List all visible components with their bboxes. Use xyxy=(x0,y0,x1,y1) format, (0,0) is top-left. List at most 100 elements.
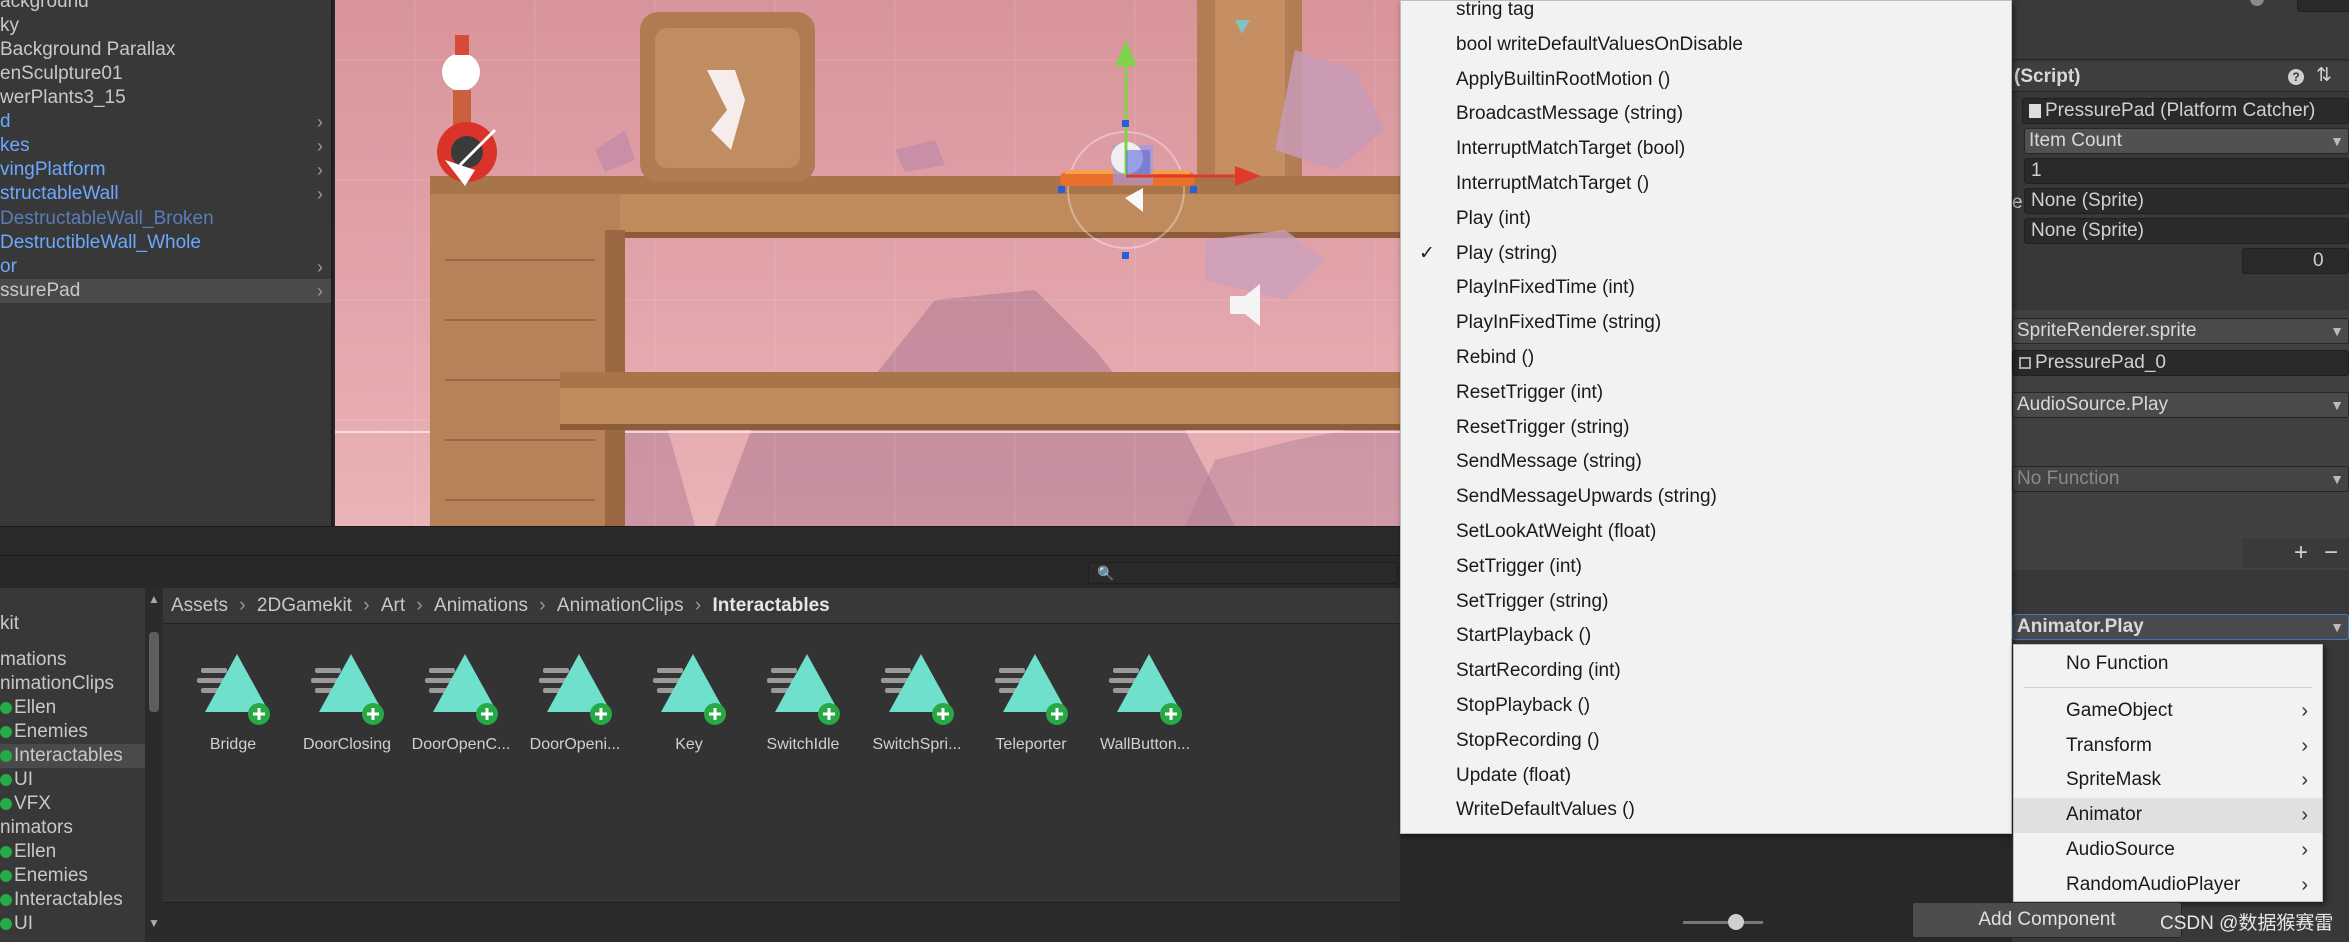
hierarchy-item[interactable]: werPlants3_15 xyxy=(0,86,331,110)
menu-item[interactable]: BroadcastMessage (string) xyxy=(1401,97,2011,132)
no-function-dropdown[interactable]: No Function ▼ xyxy=(2012,466,2349,492)
hierarchy-item[interactable]: Background Parallax xyxy=(0,38,331,62)
pressure-pad-object-field[interactable]: PressurePad_0 xyxy=(2012,350,2349,376)
scroll-thumb[interactable] xyxy=(149,632,159,712)
hierarchy-item[interactable]: DestructibleWall_Whole xyxy=(0,231,331,255)
animation-clip-asset[interactable]: DoorOpeni... xyxy=(525,650,625,760)
folder-tree-item[interactable]: Ellen xyxy=(0,696,56,720)
hierarchy-item[interactable]: structableWall › xyxy=(0,182,331,206)
breadcrumb-item[interactable]: Assets xyxy=(171,595,228,616)
script-component-header[interactable]: (Script) ? ⇅ xyxy=(2012,62,2349,92)
animation-clip-asset[interactable]: Key xyxy=(639,650,739,760)
hierarchy-item[interactable]: enSculpture01 xyxy=(0,62,331,86)
folder-tree-item[interactable]: Interactables xyxy=(0,744,145,768)
animation-clip-asset[interactable]: DoorOpenC... xyxy=(411,650,511,760)
submenu-item[interactable]: SpriteMask › xyxy=(2014,763,2322,798)
top-field[interactable] xyxy=(2297,0,2349,12)
folder-tree-item[interactable]: VFX xyxy=(0,792,51,816)
menu-item[interactable]: ResetTrigger (int) xyxy=(1401,376,2011,411)
menu-item[interactable]: SetLookAtWeight (float) xyxy=(1401,515,2011,550)
menu-item[interactable]: InterruptMatchTarget (bool) xyxy=(1401,132,2011,167)
animation-clip-asset[interactable]: DoorClosing xyxy=(297,650,397,760)
menu-item[interactable]: StopRecording () xyxy=(1401,724,2011,759)
remove-event-button[interactable]: − xyxy=(2324,538,2338,568)
sprite-field-2[interactable]: None (Sprite) xyxy=(2024,218,2349,244)
add-component-button[interactable]: Add Component xyxy=(1912,902,2182,938)
menu-item[interactable]: PlayInFixedTime (string) xyxy=(1401,306,2011,341)
item-count-dropdown[interactable]: Item Count ▼ xyxy=(2024,128,2349,154)
audio-play-function-dropdown[interactable]: AudioSource.Play ▼ xyxy=(2012,392,2349,418)
lock-icon[interactable] xyxy=(2250,0,2264,6)
breadcrumb-item[interactable]: Interactables xyxy=(713,595,830,616)
menu-item[interactable]: string tag xyxy=(1401,0,2011,28)
presets-icon[interactable]: ⇅ xyxy=(2316,64,2332,87)
animation-clip-asset[interactable]: Bridge xyxy=(183,650,283,760)
breadcrumb-item[interactable]: Animations xyxy=(434,595,528,616)
sprite-renderer-function-dropdown[interactable]: SpriteRenderer.sprite ▼ xyxy=(2012,318,2349,344)
project-search-field[interactable]: 🔍 xyxy=(1088,562,1398,584)
submenu-item[interactable]: Transform › xyxy=(2014,729,2322,764)
count-field[interactable]: 1 xyxy=(2024,158,2349,184)
script-field[interactable]: PressurePad (Platform Catcher) xyxy=(2022,98,2349,124)
folder-tree-scrollbar[interactable]: ▲ ▼ xyxy=(145,588,163,942)
menu-item[interactable]: WriteDefaultValues () xyxy=(1401,793,2011,828)
menu-item[interactable]: InterruptMatchTarget () xyxy=(1401,167,2011,202)
folder-tree-item[interactable]: UI xyxy=(0,912,33,936)
help-icon[interactable]: ? xyxy=(2288,69,2304,85)
animator-play-dropdown[interactable]: Animator.Play ▼ xyxy=(2012,614,2349,640)
menu-item[interactable]: bool writeDefaultValuesOnDisable xyxy=(1401,28,2011,63)
hierarchy-item[interactable]: ackground xyxy=(0,0,331,14)
animation-clip-asset[interactable]: WallButton... xyxy=(1095,650,1195,760)
menu-item[interactable]: Update (float) xyxy=(1401,759,2011,794)
menu-item[interactable]: ApplyBuiltinRootMotion () xyxy=(1401,63,2011,98)
menu-item[interactable]: Rebind () xyxy=(1401,341,2011,376)
menu-item[interactable]: Play (int) xyxy=(1401,202,2011,237)
folder-tree-item[interactable]: mations xyxy=(0,648,67,672)
breadcrumb-item[interactable]: Art xyxy=(381,595,405,616)
animation-clip-asset[interactable]: SwitchSpri... xyxy=(867,650,967,760)
submenu-item[interactable]: Animator › xyxy=(2014,798,2322,833)
breadcrumb-item[interactable]: AnimationClips xyxy=(557,595,684,616)
chevron-right-icon[interactable]: › xyxy=(317,110,323,134)
breadcrumb-item[interactable]: 2DGamekit xyxy=(257,595,352,616)
submenu-item[interactable]: AudioSource › xyxy=(2014,833,2322,868)
submenu-item[interactable]: RandomAudioPlayer › xyxy=(2014,868,2322,903)
hierarchy-item[interactable]: DestructableWall_Broken xyxy=(0,207,331,231)
hierarchy-item[interactable]: d › xyxy=(0,110,331,134)
scroll-down-arrow[interactable]: ▼ xyxy=(148,916,160,930)
menu-item[interactable]: ✓ Play (string) xyxy=(1401,237,2011,272)
scene-view[interactable] xyxy=(335,0,1400,526)
chevron-right-icon[interactable]: › xyxy=(317,182,323,206)
folder-tree-item[interactable]: Enemies xyxy=(0,720,88,744)
chevron-right-icon[interactable]: › xyxy=(317,279,323,303)
menu-item[interactable]: StartPlayback () xyxy=(1401,619,2011,654)
hierarchy-item[interactable]: ky xyxy=(0,14,331,38)
folder-tree-item[interactable]: nimationClips xyxy=(0,672,114,696)
zoom-slider-track[interactable] xyxy=(1683,921,1763,924)
menu-item[interactable]: SendMessageUpwards (string) xyxy=(1401,480,2011,515)
chevron-right-icon[interactable]: › xyxy=(317,134,323,158)
sprite-field-1[interactable]: None (Sprite) xyxy=(2024,188,2349,214)
add-event-button[interactable]: + xyxy=(2294,538,2308,568)
menu-item[interactable]: ResetTrigger (string) xyxy=(1401,411,2011,446)
menu-item[interactable]: SendMessage (string) xyxy=(1401,445,2011,480)
folder-tree-item[interactable]: Ellen xyxy=(0,840,56,864)
folder-tree-item[interactable]: kit xyxy=(0,612,19,636)
animation-clip-asset[interactable]: Teleporter xyxy=(981,650,1081,760)
chevron-right-icon[interactable]: › xyxy=(317,255,323,279)
animation-clip-asset[interactable]: SwitchIdle xyxy=(753,650,853,760)
submenu-item[interactable]: GameObject › xyxy=(2014,694,2322,729)
menu-item[interactable]: StopPlayback () xyxy=(1401,689,2011,724)
hierarchy-item[interactable]: vingPlatform › xyxy=(0,158,331,182)
number-field[interactable]: 0 xyxy=(2242,248,2349,274)
folder-tree-item[interactable]: nimators xyxy=(0,816,73,840)
hierarchy-item[interactable]: or › xyxy=(0,255,331,279)
zoom-slider-handle[interactable] xyxy=(1728,914,1744,930)
menu-item[interactable]: SetTrigger (int) xyxy=(1401,550,2011,585)
menu-item[interactable]: StartRecording (int) xyxy=(1401,654,2011,689)
chevron-right-icon[interactable]: › xyxy=(317,158,323,182)
scroll-up-arrow[interactable]: ▲ xyxy=(148,592,160,606)
folder-tree-item[interactable]: UI xyxy=(0,768,33,792)
menu-item[interactable]: PlayInFixedTime (int) xyxy=(1401,271,2011,306)
menu-item[interactable]: SetTrigger (string) xyxy=(1401,585,2011,620)
